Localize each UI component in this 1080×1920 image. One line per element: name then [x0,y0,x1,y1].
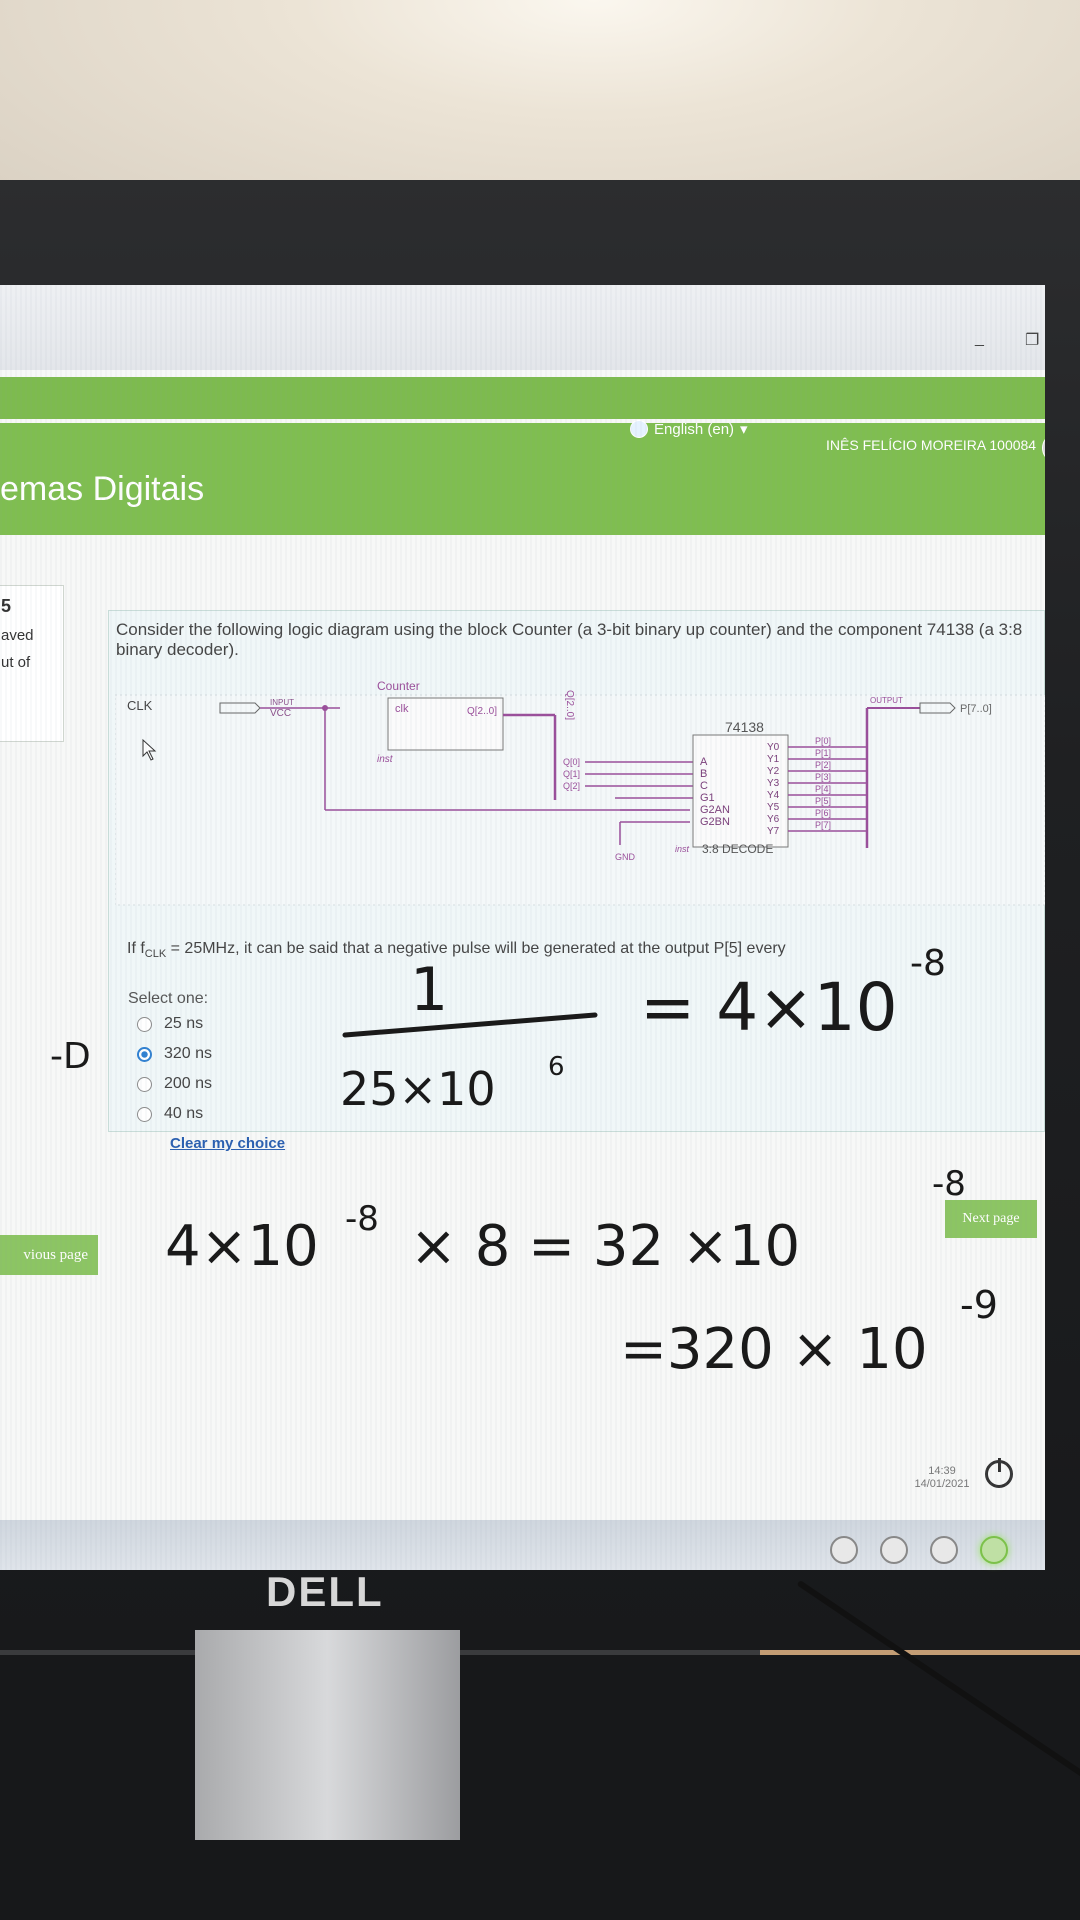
radio-button[interactable] [137,1076,152,1092]
decoder-caption: 3:8 DECODE [702,842,773,856]
question-number: 5 [1,596,12,616]
p-label-4: P[4] [815,784,831,794]
bus-label: Q[2..0] [564,690,575,720]
decoder-inst: inst [675,844,690,854]
user-name[interactable]: INÊS FELÍCIO MOREIRA 100084 [826,437,1036,453]
decoder-title: 74138 [725,719,764,735]
monitor-buttons [830,1536,1008,1564]
logic-diagram: CLK INPUT VCC Counter clk Q[2..0] inst Q… [115,679,1045,906]
decoder-out-y6: Y6 [767,814,780,825]
p-label-2: P[2] [815,760,831,770]
monitor-base-shadow [0,1655,1080,1920]
clk-label: CLK [127,698,153,713]
output-bus-label: P[7..0] [960,703,992,715]
decoder-in-c: C [700,780,708,792]
next-page-button[interactable]: Next page [945,1200,1037,1238]
prompt-sub: CLK [144,948,167,961]
decoder-out-y4: Y4 [767,790,780,801]
browser-window-bar: _ ❐ [0,285,1045,370]
counter-clk-port: clk [395,703,409,715]
decoder-in-b: B [700,768,707,780]
output-tag: OUTPUT [870,696,903,705]
decoder-out-y2: Y2 [767,766,780,777]
globe-icon [630,420,648,438]
minimize-button[interactable]: _ [975,330,995,347]
language-label: English (en) [654,420,735,438]
course-title: emas Digitais [0,470,205,508]
decoder-in-a: A [700,756,708,768]
tap-q2: Q[2] [563,781,580,791]
decoder-out-y7: Y7 [767,826,780,837]
counter-title: Counter [377,679,420,693]
monitor-minus-button[interactable] [880,1536,908,1564]
decoder-in-g2an: G2AN [700,804,730,816]
p-label-6: P[6] [815,808,831,818]
question-text: Consider the following logic diagram usi… [116,620,1023,659]
vcc-label: VCC [270,708,291,719]
option-40ns[interactable]: 40 ns [137,1105,203,1123]
language-menu[interactable]: English (en) ▾ [630,420,748,438]
question-prompt: If fCLK = 25MHz, it can be said that a n… [127,940,786,960]
gnd-label: GND [615,852,636,862]
clear-choice-link[interactable]: Clear my choice [170,1135,285,1152]
decoder-out-y0: Y0 [767,742,780,753]
monitor-power-button[interactable] [980,1536,1008,1564]
power-icon[interactable] [985,1458,1013,1488]
decoder-out-y1: Y1 [767,754,780,765]
monitor-menu-button[interactable] [830,1536,858,1564]
monitor-screen: _ ❐ English (en) ▾ INÊS FELÍCIO MOREIRA … [0,285,1045,1570]
clock-date: 14/01/2021 [914,1478,970,1490]
decoder-out-y5: Y5 [767,802,780,813]
tap-q0: Q[0] [563,757,580,767]
counter-inst: inst [377,754,394,765]
taskbar-clock[interactable]: 14:39 14/01/2021 [902,1465,982,1491]
monitor-stand [195,1630,460,1840]
question-info-panel: 5 aved ut of [0,585,64,742]
monitor-plus-button[interactable] [930,1536,958,1564]
option-320ns[interactable]: 320 ns [137,1045,212,1063]
previous-page-button[interactable]: vious page [0,1235,98,1275]
option-25ns[interactable]: 25 ns [137,1015,203,1033]
tap-q1: Q[1] [563,769,580,779]
prompt-pre: If f [127,940,145,957]
clock-time: 14:39 [928,1465,956,1477]
select-one-label: Select one: [128,990,209,1007]
decoder-in-g2bn: G2BN [700,816,730,828]
decoder-out-y3: Y3 [767,778,780,789]
question-marks: ut of [1,654,31,671]
caret-down-icon: ▾ [740,421,748,438]
site-navbar [0,377,1045,419]
radio-button[interactable] [137,1106,152,1122]
p-label-7: P[7] [815,820,831,830]
decoder-in-g1: G1 [700,792,715,804]
radio-button-selected[interactable] [137,1046,152,1062]
option-label: 40 ns [164,1105,204,1122]
option-200ns[interactable]: 200 ns [137,1075,212,1093]
counter-q-port: Q[2..0] [467,706,497,717]
p-label-0: P[0] [815,736,831,746]
option-label: 25 ns [164,1015,204,1032]
p-label-1: P[1] [815,748,831,758]
p-label-5: P[5] [815,796,831,806]
question-status: aved [1,627,34,644]
restore-button[interactable]: ❐ [1025,330,1045,349]
input-tag: INPUT [270,698,294,707]
dell-logo: DELL [266,1568,384,1615]
option-label: 320 ns [164,1045,213,1062]
radio-button[interactable] [137,1016,152,1032]
p-label-3: P[3] [815,772,831,782]
option-label: 200 ns [164,1075,213,1092]
prompt-post: = 25MHz, it can be said that a negative … [166,940,786,957]
